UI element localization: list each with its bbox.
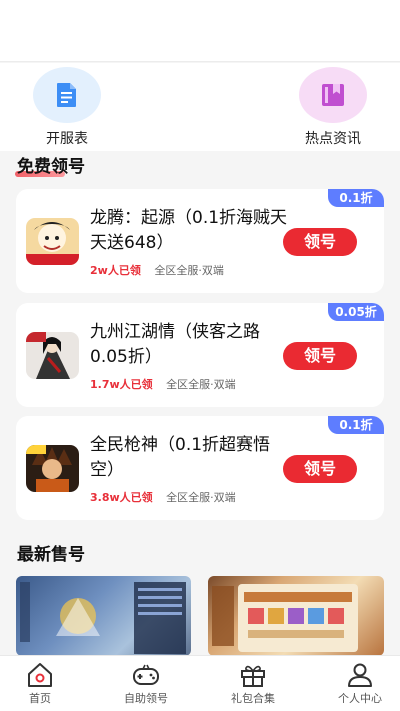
hot-news-icon-bg: [299, 67, 367, 123]
claim-button[interactable]: 领号: [283, 228, 357, 256]
tab-gift-packs[interactable]: 礼包合集: [213, 662, 293, 706]
claimed-count: 3.8w人已领: [90, 491, 153, 504]
gamepad-icon: [133, 664, 159, 685]
sale-item-screenshot[interactable]: [208, 576, 384, 656]
tab-profile-label: 个人中心: [338, 692, 382, 705]
game-thumbnail: [26, 218, 79, 265]
game-thumbnail: [26, 445, 79, 492]
claimed-count: 2w人已领: [90, 264, 141, 277]
claimed-count: 1.7w人已领: [90, 378, 153, 391]
game-tags: 全区全服·双端: [166, 378, 236, 391]
game-card[interactable]: 全民枪神（0.1折超赛悟空） 3.8w人已领 全区全服·双端 领号 0.1折: [16, 416, 384, 520]
game-screenshot-icon: [20, 582, 186, 654]
hot-news-link[interactable]: 热点资讯: [278, 67, 388, 148]
bottom-tab-bar: 首页 自助领号 礼包合集 个人中心: [0, 655, 400, 711]
game-art-icon: [26, 218, 79, 265]
sale-item-screenshot[interactable]: [16, 576, 191, 656]
discount-badge: 0.1折: [328, 416, 384, 434]
tab-profile[interactable]: 个人中心: [320, 662, 400, 706]
game-card[interactable]: 龙腾：起源（0.1折海贼天天送648） 2w人已领 全区全服·双端 领号 0.1…: [16, 189, 384, 293]
quick-links: 开服表 热点资讯: [0, 63, 400, 151]
discount-badge: 0.05折: [328, 303, 384, 321]
game-art-icon: [26, 332, 79, 379]
game-name: 龙腾：起源（0.1折海贼天天送648）: [90, 208, 288, 253]
discount-badge: 0.1折: [328, 189, 384, 207]
game-name: 九州江湖情（侠客之路0.05折）: [90, 322, 260, 367]
gift-icon: [241, 665, 265, 687]
latest-sales-list: [0, 576, 400, 656]
game-screenshot-icon: [212, 584, 358, 652]
game-meta: 3.8w人已领 全区全服·双端: [90, 489, 236, 505]
hot-news-label: 热点资讯: [305, 131, 361, 147]
book-icon: [322, 84, 344, 106]
tab-self-claim-label: 自助领号: [124, 692, 168, 705]
tab-home-label: 首页: [29, 692, 51, 705]
game-art-icon: [26, 445, 79, 492]
server-schedule-link[interactable]: 开服表: [12, 67, 122, 148]
top-header-area: [0, 0, 400, 62]
server-schedule-label: 开服表: [46, 131, 88, 147]
tab-home[interactable]: 首页: [0, 662, 80, 706]
document-icon: [57, 83, 76, 107]
server-schedule-icon-bg: [33, 67, 101, 123]
user-icon: [348, 663, 372, 687]
game-tags: 全区全服·双端: [166, 491, 236, 504]
tab-self-claim[interactable]: 自助领号: [106, 662, 186, 706]
game-meta: 1.7w人已领 全区全服·双端: [90, 376, 236, 392]
claim-button[interactable]: 领号: [283, 455, 357, 483]
game-thumbnail: [26, 332, 79, 379]
free-section-title: 免费领号: [17, 157, 85, 177]
game-meta: 2w人已领 全区全服·双端: [90, 262, 224, 278]
game-card[interactable]: 九州江湖情（侠客之路0.05折） 1.7w人已领 全区全服·双端 领号 0.05…: [16, 303, 384, 407]
game-tags: 全区全服·双端: [154, 264, 224, 277]
game-name: 全民枪神（0.1折超赛悟空）: [90, 435, 271, 480]
tab-gift-packs-label: 礼包合集: [231, 692, 275, 705]
claim-button[interactable]: 领号: [283, 342, 357, 370]
home-icon: [28, 663, 52, 687]
sale-section-title: 最新售号: [17, 545, 85, 565]
